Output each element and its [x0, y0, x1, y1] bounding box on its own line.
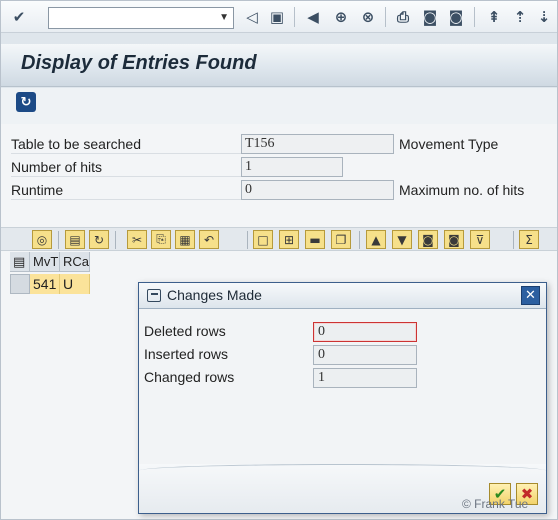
dialog-body: Deleted rows 0 Inserted rows 0 Changed r… [139, 309, 546, 464]
dialog-title: Changes Made [167, 287, 262, 303]
filter-icon[interactable]: ⊽ [470, 230, 490, 249]
next-page-icon[interactable]: ⇣ [534, 7, 554, 27]
changed-rows-label: Changed rows [144, 369, 235, 385]
column-header-mvt[interactable]: MvT [30, 252, 60, 272]
application-toolbar [1, 88, 557, 124]
first-page-icon[interactable]: ⇞ [484, 7, 504, 27]
inserted-rows-field[interactable]: 0 [313, 345, 417, 365]
number-of-hits-label: Number of hits [11, 157, 241, 177]
sort-descending-icon[interactable]: ▼ [392, 230, 412, 249]
save-icon[interactable]: ▣ [267, 7, 287, 27]
paste-icon[interactable]: ▦ [175, 230, 195, 249]
cut-icon[interactable]: ✂ [127, 230, 147, 249]
toolbar-separator [115, 231, 116, 249]
page-title: Display of Entries Found [21, 52, 257, 74]
dialog-window-icon [147, 289, 161, 302]
details-icon[interactable]: ◎ [32, 230, 52, 249]
toolbar-separator [513, 231, 514, 249]
runtime-label: Runtime [11, 180, 241, 200]
watermark: © Frank Tue [462, 497, 529, 511]
insert-row-icon[interactable]: ⊞ [279, 230, 299, 249]
close-icon[interactable]: ✕ [521, 286, 540, 305]
undo-icon[interactable]: ↶ [199, 230, 219, 249]
changes-made-dialog: Changes Made ✕ Deleted rows 0 Inserted r… [138, 282, 547, 514]
delete-row-icon[interactable]: ▬ [305, 230, 325, 249]
title-bar: Display of Entries Found [1, 44, 557, 87]
find-next-grid-icon[interactable]: ◙ [444, 230, 464, 249]
edit-icon[interactable]: ▤ [65, 230, 85, 249]
footer-divider [139, 464, 546, 484]
find-icon[interactable]: ◙ [420, 7, 440, 27]
cancel-icon[interactable]: ⊗ [358, 7, 378, 27]
changed-rows-field[interactable]: 1 [313, 368, 417, 388]
toolbar-separator [247, 231, 248, 249]
system-toolbar: ✔ ▼ ◁ ▣ ◀ ⊕ ⊗ ⎙ ◙ ◙ ⇞ ⇡ ⇣ [1, 1, 557, 33]
back-icon[interactable]: ◀ [303, 7, 323, 27]
toolbar-separator [359, 231, 360, 249]
table-field[interactable]: T156 [241, 134, 394, 154]
select-all-icon[interactable]: ▤ [10, 252, 30, 272]
max-hits-label: Maximum no. of hits [399, 182, 525, 198]
command-field[interactable]: ▼ [48, 7, 234, 29]
cell-rca[interactable]: U [60, 274, 90, 294]
column-header-rca[interactable]: RCa [60, 252, 90, 272]
grid-toolbar: ◎ ▤ ↻ ✂ ⎘ ▦ ↶ □ ⊞ ▬ ❐ ▲ ▼ ◙ ◙ ⊽ Σ [1, 227, 557, 251]
deleted-rows-label: Deleted rows [144, 323, 226, 339]
copy-row-icon[interactable]: ❐ [331, 230, 351, 249]
refresh-icon[interactable]: ↻ [16, 92, 36, 112]
toolbar-separator [58, 231, 59, 249]
toolbar-separator [294, 7, 295, 27]
deleted-rows-field[interactable]: 0 [313, 322, 417, 342]
sort-ascending-icon[interactable]: ▲ [366, 230, 386, 249]
exit-icon[interactable]: ⊕ [331, 7, 351, 27]
new-row-icon[interactable]: □ [253, 230, 273, 249]
dialog-title-bar: Changes Made ✕ [139, 283, 546, 309]
find-grid-icon[interactable]: ◙ [418, 230, 438, 249]
print-icon[interactable]: ⎙ [393, 7, 413, 27]
toolbar-separator [385, 7, 386, 27]
cell-mvt[interactable]: 541 [30, 274, 60, 294]
chevron-down-icon[interactable]: ▼ [219, 12, 229, 23]
copy-icon[interactable]: ⎘ [151, 230, 171, 249]
table-to-be-searched-label: Table to be searched [11, 134, 241, 154]
find-next-icon[interactable]: ◙ [446, 7, 466, 27]
row-selector[interactable] [10, 274, 30, 294]
table-description: Movement Type [399, 136, 499, 152]
refresh-grid-icon[interactable]: ↻ [89, 230, 109, 249]
expand-left-icon[interactable]: ◁ [242, 7, 262, 27]
enter-check-icon[interactable]: ✔ [9, 7, 29, 27]
number-of-hits-field[interactable]: 1 [241, 157, 343, 177]
grid-header: ▤ MvT RCa [10, 252, 90, 272]
table-row[interactable]: 541 U [10, 274, 90, 294]
runtime-field[interactable]: 0 [241, 180, 394, 200]
sum-icon[interactable]: Σ [519, 230, 539, 249]
inserted-rows-label: Inserted rows [144, 346, 229, 362]
toolbar-separator [474, 7, 475, 27]
previous-page-icon[interactable]: ⇡ [510, 7, 530, 27]
